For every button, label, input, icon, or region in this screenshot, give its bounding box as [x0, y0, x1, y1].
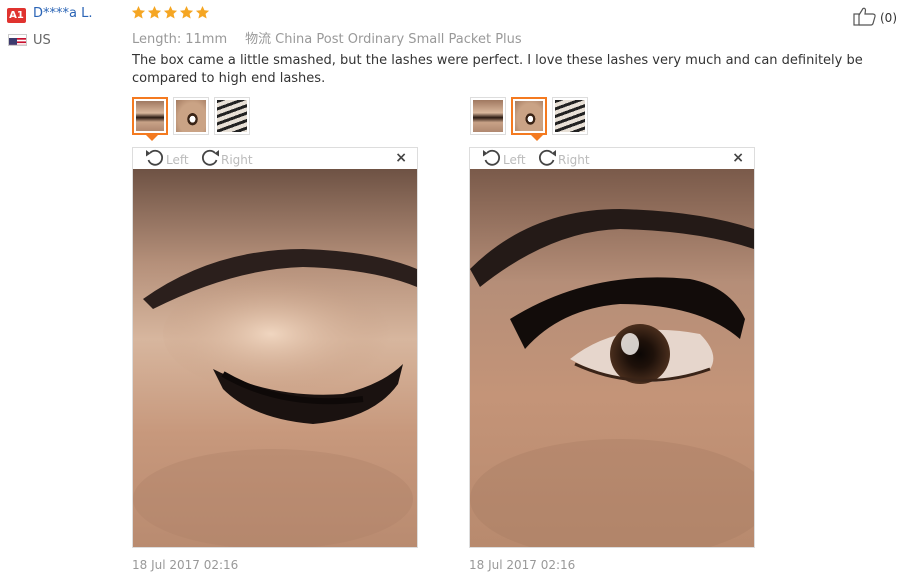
review-date: 18 Jul 2017 02:16	[469, 558, 576, 572]
active-thumbnail-indicator	[531, 135, 543, 141]
thumbnail-1[interactable]	[470, 97, 506, 135]
rotate-left-button[interactable]: Left	[145, 149, 189, 170]
rotate-right-icon	[537, 149, 557, 170]
rotate-right-label: Right	[558, 152, 590, 167]
viewer-toolbar: Left Right ×	[133, 148, 417, 169]
rotate-left-button[interactable]: Left	[482, 149, 526, 170]
review-photo-closed-eye[interactable]	[133, 169, 417, 549]
thumbnail-3[interactable]	[214, 97, 250, 135]
active-thumbnail-indicator	[146, 135, 158, 141]
rotate-right-label: Right	[221, 152, 253, 167]
rating-stars	[131, 5, 210, 23]
close-icon[interactable]: ×	[395, 150, 407, 166]
review-text: The box came a little smashed, but the l…	[132, 53, 863, 86]
length-value: 11mm	[185, 32, 228, 47]
shipping-label: 物流	[245, 32, 272, 47]
photo-viewer: Left Right ×	[132, 147, 418, 549]
star-icon	[147, 5, 162, 23]
thumbnail-strip	[470, 97, 588, 135]
star-icon	[163, 5, 178, 23]
reviewer-country: US	[33, 33, 51, 48]
thumbnail-1[interactable]	[132, 97, 168, 135]
star-icon	[131, 5, 146, 23]
rotate-left-icon	[145, 149, 165, 170]
thumbnail-strip	[132, 97, 250, 135]
star-icon	[179, 5, 194, 23]
rotate-left-label: Left	[166, 152, 189, 167]
thumbnail-2[interactable]	[173, 97, 209, 135]
rotate-left-icon	[482, 149, 502, 170]
thumbnail-2[interactable]	[511, 97, 547, 135]
star-icon	[195, 5, 210, 23]
rotate-left-label: Left	[503, 152, 526, 167]
rotate-right-button[interactable]: Right	[200, 149, 253, 170]
length-label: Length:	[132, 32, 182, 47]
helpful-button[interactable]: (0)	[853, 6, 897, 29]
close-icon[interactable]: ×	[732, 150, 744, 166]
reviewer-level-badge: A1	[7, 8, 26, 23]
shipping-value: China Post Ordinary Small Packet Plus	[275, 32, 522, 47]
rotate-right-button[interactable]: Right	[537, 149, 590, 170]
reviewer-name[interactable]: D****a L.	[33, 6, 92, 21]
photo-viewer: Left Right ×	[469, 147, 770, 559]
thumbnail-3[interactable]	[552, 97, 588, 135]
us-flag-icon	[8, 34, 27, 46]
viewer-toolbar: Left Right ×	[470, 148, 754, 169]
review-meta: Length: 11mm 物流 China Post Ordinary Smal…	[132, 28, 522, 47]
helpful-count: (0)	[880, 10, 897, 25]
rotate-right-icon	[200, 149, 220, 170]
review-date: 18 Jul 2017 02:16	[132, 558, 239, 572]
review-photo-open-eye[interactable]	[470, 169, 770, 559]
thumbs-up-icon	[853, 6, 877, 29]
